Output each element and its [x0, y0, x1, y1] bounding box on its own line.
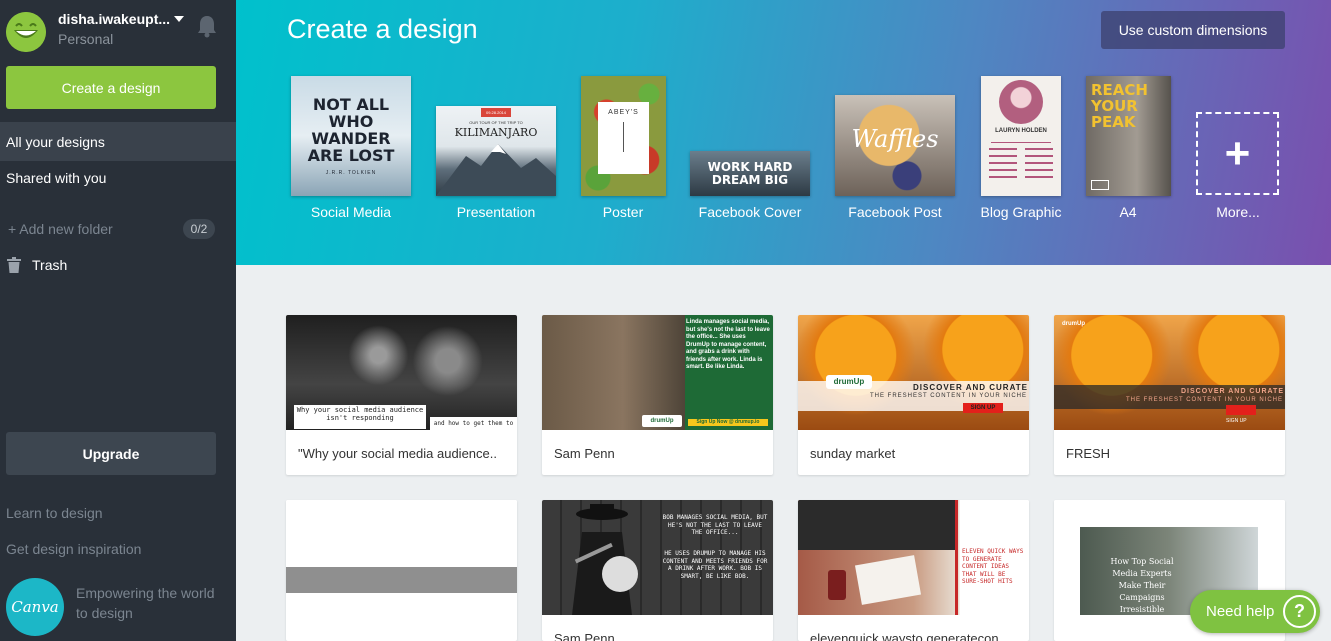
account-switcher[interactable]: disha.iwakeupt... Personal	[6, 10, 228, 54]
thumb-text: LAURYN HOLDEN	[995, 128, 1047, 134]
template-label[interactable]: Presentation	[457, 204, 536, 220]
template-label[interactable]: Facebook Post	[848, 204, 941, 220]
folder-count-badge: 0/2	[183, 219, 215, 239]
design-thumbnail[interactable]	[286, 500, 517, 615]
template-thumbnail[interactable]: Waffles	[835, 95, 955, 196]
learn-to-design-link[interactable]: Learn to design	[6, 505, 103, 521]
drumup-logo: drumUp	[1062, 321, 1085, 327]
need-help-label[interactable]: Need help	[1206, 603, 1274, 620]
thumb-sub: and how to get them to	[430, 417, 517, 430]
design-title[interactable]: sunday market	[810, 446, 1020, 461]
template-label[interactable]: Social Media	[311, 204, 391, 220]
design-title[interactable]: FRESH	[1066, 446, 1276, 461]
design-title[interactable]: Sam Penn	[554, 631, 764, 641]
page-title: Create a design	[287, 14, 478, 44]
profile-photo	[999, 80, 1043, 124]
nav-shared-with-you[interactable]: Shared with you	[6, 170, 106, 186]
tagline: Empowering the world to design	[76, 585, 215, 621]
custom-dimensions-button[interactable]: Use custom dimensions	[1101, 11, 1285, 49]
template-label[interactable]: More...	[1216, 204, 1260, 220]
create-design-banner: Create a design Use custom dimensions NO…	[236, 0, 1331, 265]
design-thumbnail[interactable]: ELEVEN QUICK WAYS TO GENERATE CONTENT ID…	[798, 500, 1029, 615]
template-thumbnail[interactable]: REACH YOUR PEAK	[1086, 76, 1171, 196]
design-card[interactable]: ELEVEN QUICK WAYS TO GENERATE CONTENT ID…	[798, 500, 1029, 641]
design-inspiration-link[interactable]: Get design inspiration	[6, 541, 141, 557]
add-folder-link[interactable]: + Add new folder	[8, 221, 113, 237]
design-card[interactable]: drumUp DISCOVER AND CURATE THE FRESHEST …	[1054, 315, 1285, 475]
thumb-sub: J.R.R. TOLKIEN	[325, 170, 377, 176]
thumb-sub: THE FRESHEST CONTENT IN YOUR NICHE	[869, 393, 1027, 399]
design-thumbnail[interactable]: drumUp DISCOVER AND CURATE THE FRESHEST …	[798, 315, 1029, 430]
thumb-date: 09.28.2014	[481, 108, 511, 117]
thumb-sub: OUR TOUR OF THE TRIP TO	[469, 120, 523, 125]
user-name[interactable]: disha.iwakeupt...	[58, 11, 170, 27]
design-card[interactable]: BOB MANAGES SOCIAL MEDIA, BUT HE'S NOT T…	[542, 500, 773, 641]
mountain-graphic	[436, 144, 556, 196]
design-thumbnail[interactable]: Linda manages social media, but she's no…	[542, 315, 773, 430]
thumb-text: REACH YOUR PEAK	[1091, 81, 1148, 131]
bell-icon[interactable]	[196, 14, 218, 38]
template-thumbnail[interactable]: WORK HARD DREAM BIG	[690, 151, 810, 196]
design-thumbnail[interactable]: Why your social media audience isn't res…	[286, 315, 517, 430]
account-type: Personal	[58, 31, 114, 47]
plus-icon[interactable]: +	[1196, 112, 1279, 195]
canva-logo[interactable]: Canva	[6, 578, 64, 636]
template-thumbnail[interactable]: NOT ALL WHO WANDER ARE LOST J.R.R. TOLKI…	[291, 76, 411, 196]
template-label[interactable]: A4	[1119, 204, 1136, 220]
thumb-cta: SIGN UP	[963, 403, 1003, 413]
thumb-text: Why your social media audience isn't res…	[294, 405, 426, 429]
design-thumbnail[interactable]: BOB MANAGES SOCIAL MEDIA, BUT HE'S NOT T…	[542, 500, 773, 615]
design-card[interactable]	[286, 500, 517, 641]
create-design-button[interactable]: Create a design	[6, 66, 216, 109]
question-icon[interactable]: ?	[1283, 595, 1316, 628]
design-title[interactable]: elevenquick waysto generatecon	[810, 631, 1020, 641]
banjo-player-graphic	[572, 504, 638, 615]
poster-card: ABEY'S	[598, 102, 649, 174]
thumb-text: How Top Social Media Experts Make Their …	[1110, 557, 1174, 614]
design-card[interactable]: Why your social media audience isn't res…	[286, 315, 517, 475]
thumb-text: ABEY'S	[608, 109, 639, 116]
drumup-logo: drumUp	[642, 415, 682, 427]
template-thumbnail[interactable]: 09.28.2014 OUR TOUR OF THE TRIP TO KILIM…	[436, 106, 556, 196]
smiley-icon	[6, 12, 46, 52]
design-title[interactable]: Sam Penn	[554, 446, 764, 461]
design-thumbnail[interactable]: drumUp DISCOVER AND CURATE THE FRESHEST …	[1054, 315, 1285, 430]
thumb-text: DISCOVER AND CURATE	[1180, 388, 1284, 395]
thumb-text: WORK HARD DREAM BIG	[707, 160, 793, 187]
design-title[interactable]: "Why your social media audience..	[298, 446, 508, 461]
nav-all-designs[interactable]: All your designs	[6, 134, 105, 150]
template-label[interactable]: Blog Graphic	[981, 204, 1062, 220]
upgrade-button[interactable]: Upgrade	[6, 432, 216, 475]
template-label[interactable]: Poster	[603, 204, 643, 220]
design-card[interactable]: drumUp DISCOVER AND CURATE THE FRESHEST …	[798, 315, 1029, 475]
drumup-logo: drumUp	[826, 375, 872, 389]
template-label[interactable]: Facebook Cover	[699, 204, 802, 220]
thumb-cta: Sign Up Now @ drumup.io	[688, 419, 768, 426]
thumb-cta: SIGN UP	[1226, 418, 1247, 424]
need-help-button[interactable]: Need help ?	[1190, 590, 1320, 633]
avatar[interactable]	[6, 12, 46, 52]
thumb-text: NOT ALL WHO WANDER ARE LOST	[307, 95, 395, 165]
trash-icon[interactable]	[7, 257, 21, 273]
template-thumbnail[interactable]: LAURYN HOLDEN	[981, 76, 1061, 196]
design-card[interactable]: Linda manages social media, but she's no…	[542, 315, 773, 475]
thumb-text: BOB MANAGES SOCIAL MEDIA, BUT HE'S NOT T…	[662, 514, 768, 536]
template-thumbnail[interactable]: ABEY'S	[581, 76, 666, 196]
thumb-sub: THE FRESHEST CONTENT IN YOUR NICHE	[1125, 397, 1283, 403]
thumb-text: ELEVEN QUICK WAYS TO GENERATE CONTENT ID…	[962, 548, 1024, 585]
thumb-text: DISCOVER AND CURATE	[912, 383, 1028, 392]
thumb-text: Linda manages social media, but she's no…	[686, 319, 770, 370]
thumb-text: Waffles	[851, 125, 939, 153]
chevron-down-icon[interactable]	[174, 16, 184, 22]
thumb-sub: HE USES DRUMUP TO MANAGE HIS CONTENT AND…	[662, 550, 768, 580]
sidebar: disha.iwakeupt... Personal Create a desi…	[0, 0, 250, 641]
trash-link[interactable]: Trash	[32, 257, 67, 273]
